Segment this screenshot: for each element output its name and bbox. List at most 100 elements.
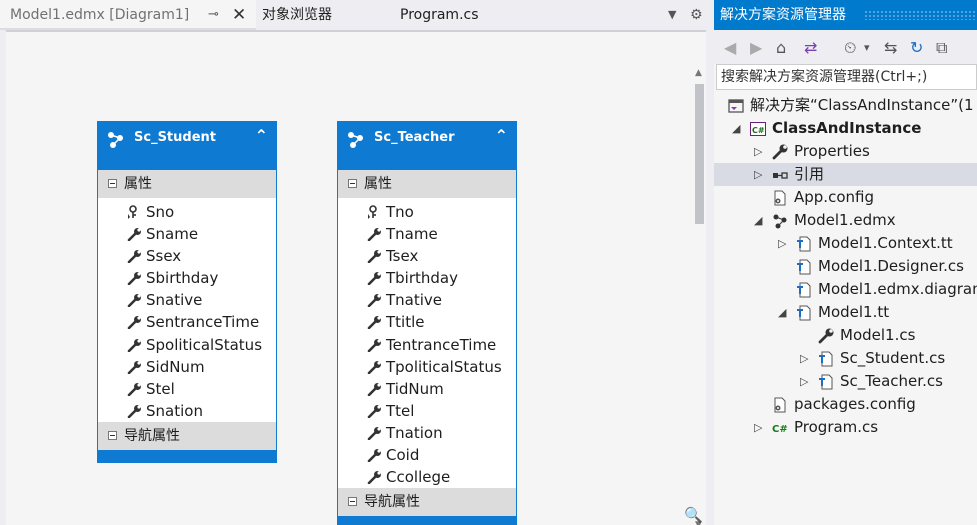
solution-search-input[interactable]: 搜索解决方案资源管理器(Ctrl+;) bbox=[716, 64, 977, 90]
wrench-icon bbox=[127, 294, 141, 308]
property-row[interactable]: Tsex bbox=[338, 245, 516, 267]
tree-node[interactable]: ▷ Model1.Context.tt bbox=[714, 232, 977, 255]
vertical-scrollbar[interactable]: ▲ ▼ bbox=[692, 68, 706, 525]
chevron-down-icon[interactable]: ▾ bbox=[864, 38, 870, 58]
chevron-up-icon[interactable]: ⌃ bbox=[495, 126, 508, 145]
property-row[interactable]: Tbirthday bbox=[338, 267, 516, 289]
property-row[interactable]: Tnative bbox=[338, 289, 516, 311]
expanded-arrow-icon[interactable]: ◢ bbox=[778, 301, 786, 324]
tree-node[interactable]: ▷ Sc_Student.cs bbox=[714, 347, 977, 370]
sync-icon[interactable]: ⇆ bbox=[884, 38, 897, 58]
tree-node[interactable]: ◢ C# ClassAndInstance bbox=[714, 117, 977, 140]
collapsed-arrow-icon[interactable]: ▷ bbox=[778, 232, 786, 255]
drag-grip[interactable] bbox=[864, 10, 977, 20]
property-row[interactable]: Ccollege bbox=[338, 466, 516, 488]
tt-file-icon bbox=[797, 282, 811, 298]
expanded-arrow-icon[interactable]: ◢ bbox=[732, 117, 740, 140]
entity-sc-student[interactable]: Sc_Student ⌃ 属性 Sno Sname Ssex Sbirthday Sna… bbox=[97, 121, 277, 463]
close-icon[interactable]: ✕ bbox=[232, 0, 246, 30]
collapse-minus-icon[interactable] bbox=[348, 497, 357, 507]
property-row[interactable]: Ssex bbox=[98, 245, 276, 267]
collapsed-arrow-icon[interactable]: ▷ bbox=[800, 370, 808, 393]
collapsed-arrow-icon[interactable]: ▷ bbox=[754, 140, 762, 163]
refresh-icon[interactable]: ↻ bbox=[910, 38, 923, 58]
collapse-minus-icon[interactable] bbox=[348, 179, 357, 188]
collapsed-arrow-icon[interactable]: ▷ bbox=[800, 347, 808, 370]
collapsed-arrow-icon[interactable]: ▷ bbox=[754, 416, 762, 439]
tab-program-cs[interactable]: Program.cs bbox=[400, 0, 479, 30]
entity-designer-canvas[interactable]: Sc_Student ⌃ 属性 Sno Sname Ssex Sbirthday Sna… bbox=[6, 30, 706, 525]
wrench-icon bbox=[367, 316, 381, 330]
property-row[interactable]: TidNum bbox=[338, 378, 516, 400]
property-row[interactable]: Ttel bbox=[338, 400, 516, 422]
property-name: Tbirthday bbox=[386, 269, 458, 288]
zoom-icon[interactable]: 🔍 bbox=[684, 506, 703, 524]
tree-node[interactable]: App.config bbox=[714, 186, 977, 209]
property-name: Sno bbox=[146, 203, 175, 221]
property-row[interactable]: SidNum bbox=[98, 356, 276, 378]
collapsed-arrow-icon[interactable]: ▷ bbox=[754, 163, 762, 186]
tree-node[interactable]: packages.config bbox=[714, 393, 977, 416]
svg-text:C#: C# bbox=[752, 126, 765, 135]
property-row[interactable]: Coid bbox=[338, 444, 516, 466]
property-row[interactable]: TentranceTime bbox=[338, 334, 516, 356]
navigation-properties-label: 导航属性 bbox=[124, 427, 180, 444]
property-row[interactable]: Sbirthday bbox=[98, 267, 276, 289]
property-row[interactable]: Sno bbox=[98, 201, 276, 223]
tree-node[interactable]: 解决方案“ClassAndInstance”(1 个 bbox=[714, 94, 977, 117]
property-row[interactable]: Sname bbox=[98, 223, 276, 245]
property-name: Ccollege bbox=[386, 468, 451, 487]
solution-explorer-toolbar: ◀ ▶ ⌂ ⇄ ⏲ ▾ ⇆ ↻ ⧉ bbox=[714, 30, 977, 64]
property-row[interactable]: Snation bbox=[98, 400, 276, 422]
collapse-minus-icon[interactable] bbox=[108, 179, 117, 188]
entity-header[interactable]: Sc_Student ⌃ bbox=[98, 122, 276, 170]
tree-node[interactable]: Model1.Designer.cs bbox=[714, 255, 977, 278]
tree-node[interactable]: ▷ Sc_Teacher.cs bbox=[714, 370, 977, 393]
tree-node[interactable]: ◢ Model1.tt bbox=[714, 301, 977, 324]
properties-section-header[interactable]: 属性 bbox=[338, 170, 516, 198]
scrollbar-thumb[interactable] bbox=[695, 84, 704, 224]
property-name: Sname bbox=[146, 225, 199, 244]
entity-header[interactable]: Sc_Teacher ⌃ bbox=[338, 122, 516, 170]
references-icon bbox=[773, 172, 788, 179]
entity-sc-teacher[interactable]: Sc_Teacher ⌃ 属性 Tno Tname Tsex Tbirthday Tna… bbox=[337, 121, 517, 525]
chevron-up-icon[interactable]: ⌃ bbox=[255, 126, 268, 145]
pin-icon[interactable]: ⊸ bbox=[208, 0, 219, 30]
expanded-arrow-icon[interactable]: ◢ bbox=[754, 209, 762, 232]
tab-model1-edmx-diagram[interactable]: Model1.edmx [Diagram1] ⊸ ✕ bbox=[0, 0, 256, 30]
tab-object-browser[interactable]: 对象浏览器 bbox=[262, 0, 332, 30]
tree-node[interactable]: ▷ Properties bbox=[714, 140, 977, 163]
property-row[interactable]: Snative bbox=[98, 289, 276, 311]
property-row[interactable]: Ttitle bbox=[338, 311, 516, 333]
property-row[interactable]: SpoliticalStatus bbox=[98, 334, 276, 356]
collapse-minus-icon[interactable] bbox=[108, 430, 117, 440]
wrench-icon bbox=[127, 382, 141, 396]
home-icon[interactable]: ⌂ bbox=[776, 38, 786, 58]
solution-explorer-title-bar[interactable]: 解决方案资源管理器 bbox=[714, 0, 977, 30]
property-row[interactable]: Tnation bbox=[338, 422, 516, 444]
property-row[interactable]: TpoliticalStatus bbox=[338, 356, 516, 378]
tree-node-label: Model1.cs bbox=[840, 326, 916, 344]
switch-views-icon[interactable]: ⇄ bbox=[804, 38, 817, 58]
pending-changes-filter-icon[interactable]: ⏲ bbox=[844, 38, 856, 58]
tab-overflow-dropdown-icon[interactable]: ▼ bbox=[668, 0, 676, 30]
tree-node[interactable]: ▷ C# Program.cs bbox=[714, 416, 977, 439]
navigation-properties-header[interactable]: 导航属性 bbox=[98, 421, 276, 450]
tree-node[interactable]: Model1.edmx.diagram bbox=[714, 278, 977, 301]
gear-icon[interactable]: ⚙ bbox=[690, 0, 703, 30]
scroll-up-icon[interactable]: ▲ bbox=[695, 68, 702, 78]
tree-node[interactable]: ▷ 引用 bbox=[714, 163, 977, 186]
tree-node[interactable]: ◢ Model1.edmx bbox=[714, 209, 977, 232]
wrench-icon bbox=[127, 316, 141, 330]
tree-node[interactable]: Model1.cs bbox=[714, 324, 977, 347]
property-row[interactable]: SentranceTime bbox=[98, 311, 276, 333]
property-row[interactable]: Stel bbox=[98, 378, 276, 400]
tree-node-label: Program.cs bbox=[794, 418, 879, 436]
property-row[interactable]: Tno bbox=[338, 201, 516, 223]
property-row[interactable]: Tname bbox=[338, 223, 516, 245]
forward-icon[interactable]: ▶ bbox=[750, 38, 762, 58]
collapse-all-icon[interactable]: ⧉ bbox=[936, 38, 947, 58]
navigation-properties-header[interactable]: 导航属性 bbox=[338, 488, 516, 517]
back-icon[interactable]: ◀ bbox=[724, 38, 736, 58]
properties-section-header[interactable]: 属性 bbox=[98, 170, 276, 198]
